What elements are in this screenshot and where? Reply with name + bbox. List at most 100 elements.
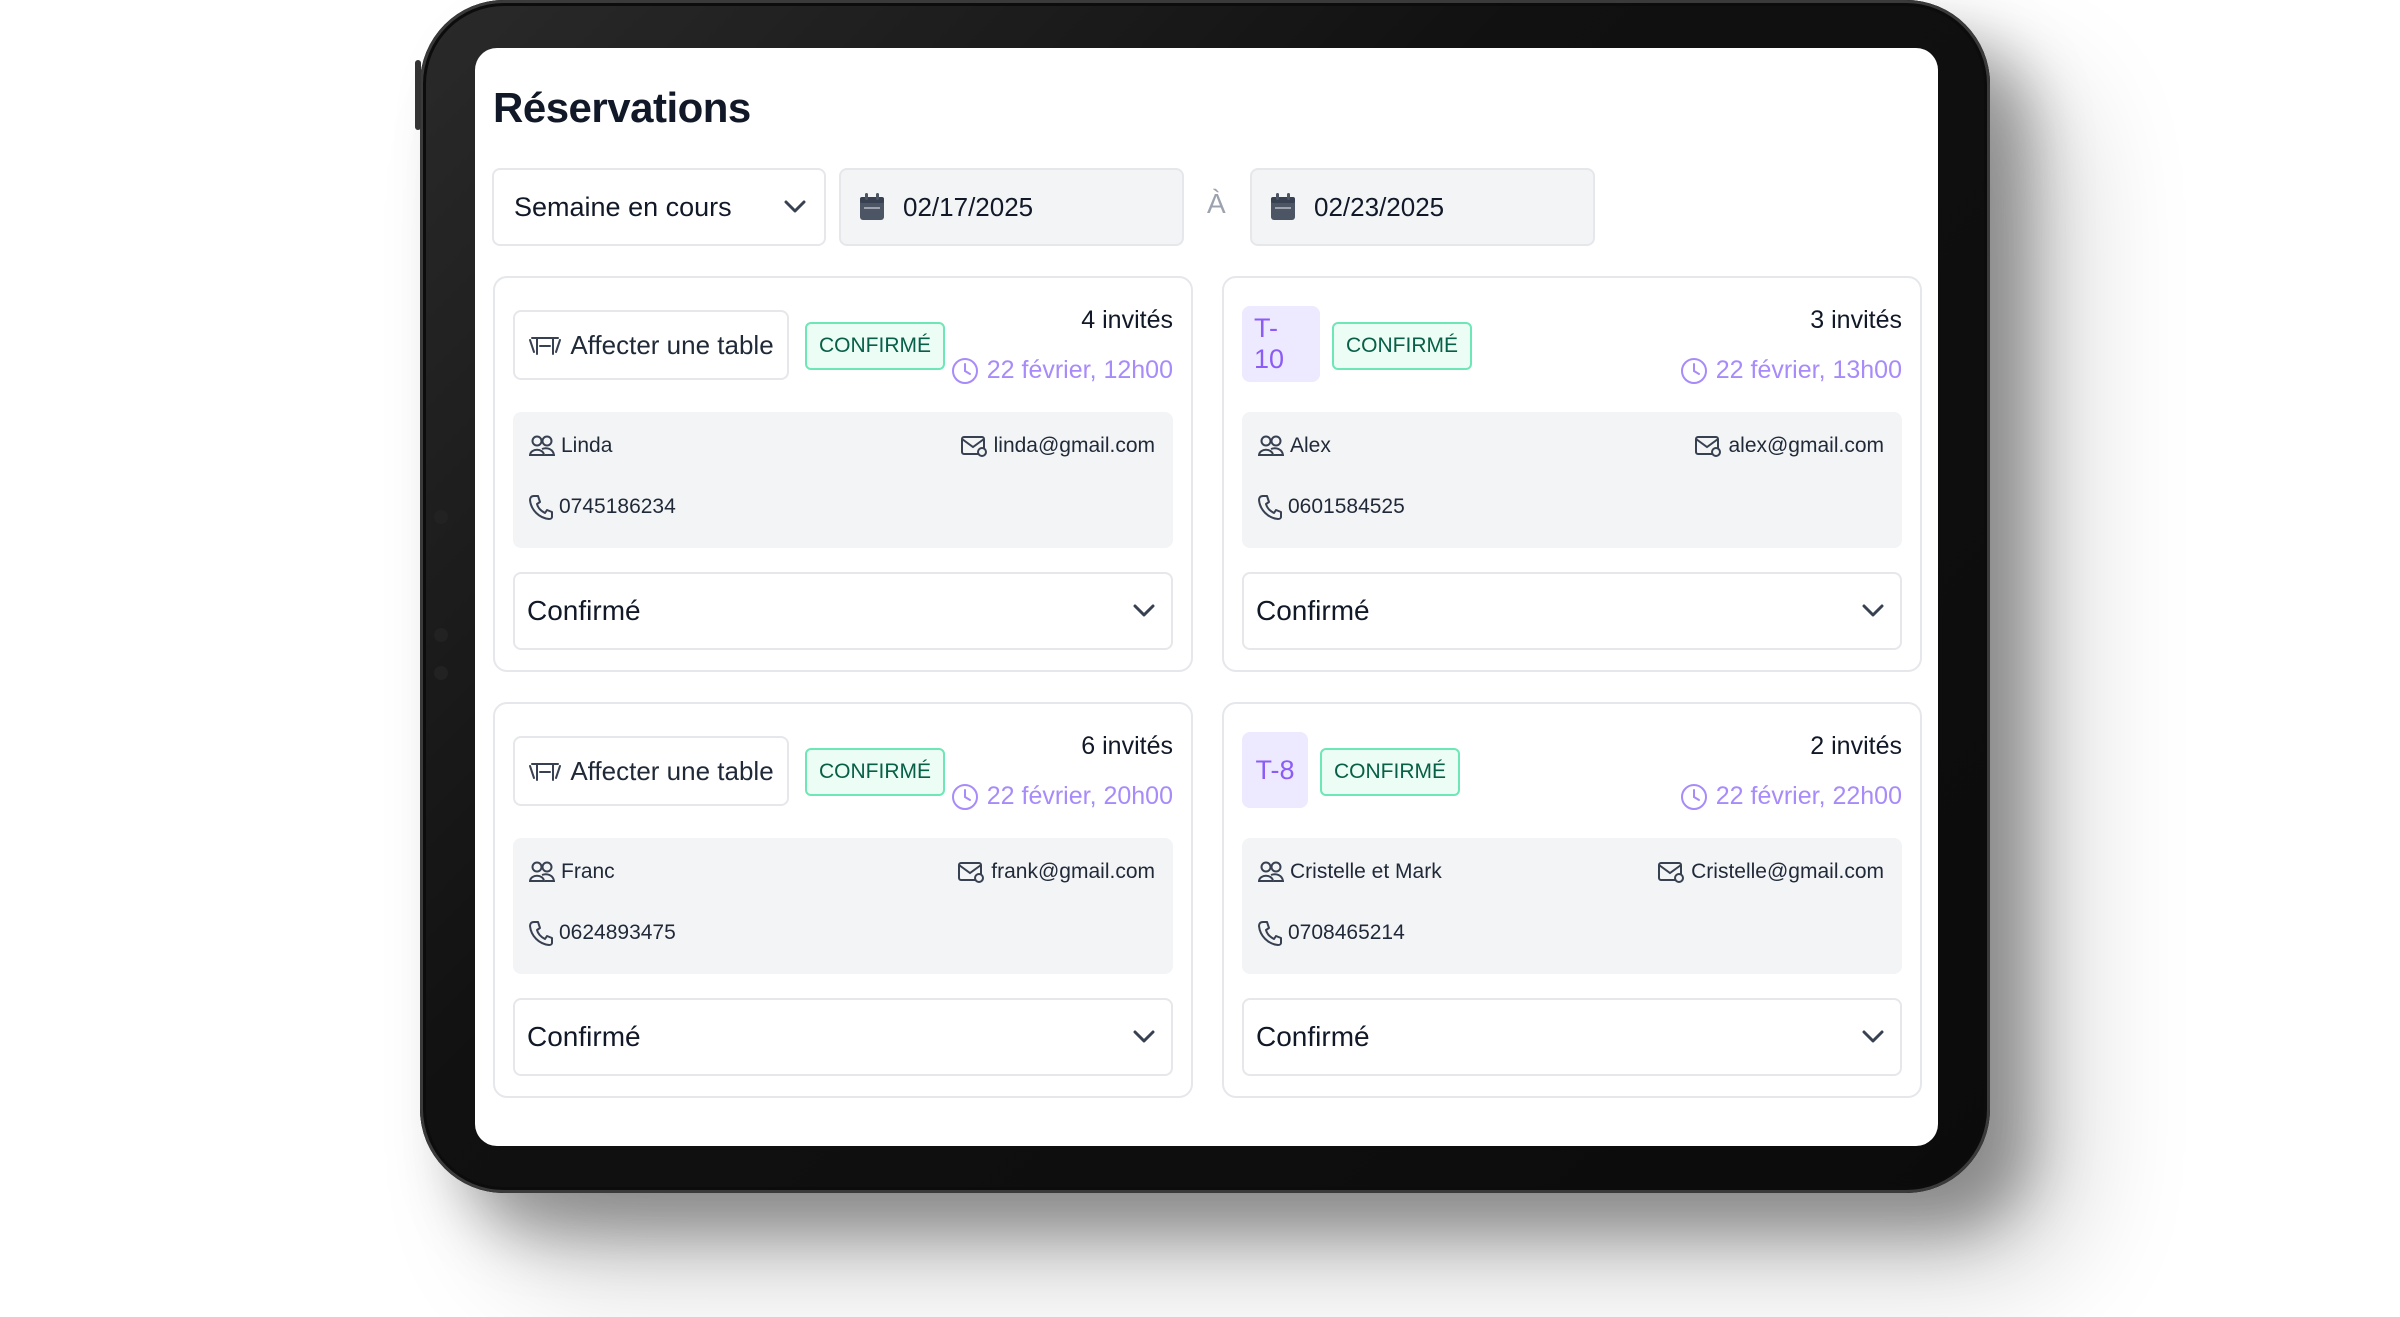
calendar-icon <box>859 193 885 221</box>
camera-dot <box>434 510 448 524</box>
guest-email: linda@gmail.com <box>960 434 1155 458</box>
guest-name-text: Alex <box>1290 434 1331 457</box>
reservation-card: Affecter une table CONFIRMÉ 4 invités 22… <box>493 276 1193 672</box>
sensor-dot <box>434 628 448 642</box>
guest-count: 6 invités <box>1081 732 1173 760</box>
guest-phone: 0624893475 <box>529 920 676 946</box>
table-number-badge[interactable]: T-8 <box>1242 732 1308 808</box>
clock-icon <box>1680 783 1708 811</box>
guest-name-text: Franc <box>561 860 615 883</box>
phone-icon <box>1258 494 1282 520</box>
status-select[interactable]: Confirmé <box>513 998 1173 1076</box>
device-mockup-scene: Réservations Semaine en cours 02/17/2025… <box>0 0 2400 1317</box>
period-select[interactable]: Semaine en cours <box>492 168 826 246</box>
status-select-value: Confirmé <box>1256 1021 1370 1052</box>
guest-count: 2 invités <box>1810 732 1902 760</box>
guest-phone-text: 0745186234 <box>559 495 676 518</box>
guest-phone: 0601584525 <box>1258 494 1405 520</box>
reservation-datetime: 22 février, 22h00 <box>1680 782 1902 811</box>
datetime-text: 22 février, 20h00 <box>986 782 1173 810</box>
guest-name-text: Cristelle et Mark <box>1290 860 1442 883</box>
status-badge: CONFIRMÉ <box>805 748 945 796</box>
guest-email: Cristelle@gmail.com <box>1657 860 1884 884</box>
table-icon <box>528 334 562 356</box>
status-select-value: Confirmé <box>1256 595 1370 626</box>
guest-email-text: Cristelle@gmail.com <box>1691 860 1884 883</box>
contact-info-panel: Cristelle et Mark Cristelle@gmail.com 07… <box>1242 838 1902 974</box>
guest-phone-text: 0601584525 <box>1288 495 1405 518</box>
guest-email: frank@gmail.com <box>957 860 1155 884</box>
start-date-field[interactable]: 02/17/2025 <box>839 168 1184 246</box>
chevron-down-icon <box>1862 604 1884 618</box>
guest-phone: 0708465214 <box>1258 920 1405 946</box>
status-select-value: Confirmé <box>527 1021 641 1052</box>
date-range-separator: À <box>1207 188 1226 219</box>
guest-name: Alex <box>1258 434 1331 458</box>
mail-icon <box>957 860 985 884</box>
guest-email: alex@gmail.com <box>1694 434 1884 458</box>
guest-email-text: frank@gmail.com <box>991 860 1155 883</box>
datetime-text: 22 février, 13h00 <box>1715 356 1902 384</box>
users-icon <box>529 860 555 884</box>
table-icon <box>528 760 562 782</box>
users-icon <box>1258 860 1284 884</box>
phone-icon <box>1258 920 1282 946</box>
contact-info-panel: Franc frank@gmail.com 0624893475 <box>513 838 1173 974</box>
guest-count: 3 invités <box>1810 306 1902 334</box>
mail-icon <box>960 434 988 458</box>
reservation-datetime: 22 février, 20h00 <box>951 782 1173 811</box>
status-select-value: Confirmé <box>527 595 641 626</box>
guest-phone-text: 0624893475 <box>559 921 676 944</box>
app-screen: Réservations Semaine en cours 02/17/2025… <box>475 48 1938 1146</box>
contact-info-panel: Linda linda@gmail.com 0745186234 <box>513 412 1173 548</box>
start-date-value: 02/17/2025 <box>903 191 1034 222</box>
end-date-value: 02/23/2025 <box>1314 191 1445 222</box>
status-select[interactable]: Confirmé <box>513 572 1173 650</box>
side-button <box>415 60 421 130</box>
guest-phone-text: 0708465214 <box>1288 921 1405 944</box>
reservation-card: Affecter une table CONFIRMÉ 6 invités 22… <box>493 702 1193 1098</box>
reservation-datetime: 22 février, 12h00 <box>951 356 1173 385</box>
chevron-down-icon <box>784 200 806 214</box>
guest-name-text: Linda <box>561 434 613 457</box>
status-badge: CONFIRMÉ <box>1332 322 1472 370</box>
users-icon <box>529 434 555 458</box>
guest-email-text: linda@gmail.com <box>993 434 1155 457</box>
mail-icon <box>1694 434 1722 458</box>
end-date-field[interactable]: 02/23/2025 <box>1250 168 1595 246</box>
status-select[interactable]: Confirmé <box>1242 572 1902 650</box>
chevron-down-icon <box>1133 1030 1155 1044</box>
status-select[interactable]: Confirmé <box>1242 998 1902 1076</box>
page-title: Réservations <box>493 84 751 131</box>
status-badge: CONFIRMÉ <box>805 322 945 370</box>
guest-name: Franc <box>529 860 615 884</box>
chevron-down-icon <box>1133 604 1155 618</box>
table-number-badge[interactable]: T-10 <box>1242 306 1320 382</box>
mail-icon <box>1657 860 1685 884</box>
guest-phone: 0745186234 <box>529 494 676 520</box>
assign-table-button[interactable]: Affecter une table <box>513 736 789 806</box>
calendar-icon <box>1270 193 1296 221</box>
datetime-text: 22 février, 22h00 <box>1715 782 1902 810</box>
guest-name: Cristelle et Mark <box>1258 860 1442 884</box>
reservation-datetime: 22 février, 13h00 <box>1680 356 1902 385</box>
period-select-value: Semaine en cours <box>514 191 732 222</box>
guest-name: Linda <box>529 434 612 458</box>
guest-count: 4 invités <box>1081 306 1173 334</box>
guest-email-text: alex@gmail.com <box>1728 434 1884 457</box>
reservation-card: T-8 CONFIRMÉ 2 invités 22 février, 22h00… <box>1222 702 1922 1098</box>
users-icon <box>1258 434 1284 458</box>
assign-table-label: Affecter une table <box>570 329 774 360</box>
clock-icon <box>951 783 979 811</box>
assign-table-label: Affecter une table <box>570 755 774 786</box>
datetime-text: 22 février, 12h00 <box>986 356 1173 384</box>
clock-icon <box>951 357 979 385</box>
phone-icon <box>529 920 553 946</box>
contact-info-panel: Alex alex@gmail.com 0601584525 <box>1242 412 1902 548</box>
sensor-dot <box>434 666 448 680</box>
assign-table-button[interactable]: Affecter une table <box>513 310 789 380</box>
status-badge: CONFIRMÉ <box>1320 748 1460 796</box>
reservation-card: T-10 CONFIRMÉ 3 invités 22 février, 13h0… <box>1222 276 1922 672</box>
phone-icon <box>529 494 553 520</box>
clock-icon <box>1680 357 1708 385</box>
